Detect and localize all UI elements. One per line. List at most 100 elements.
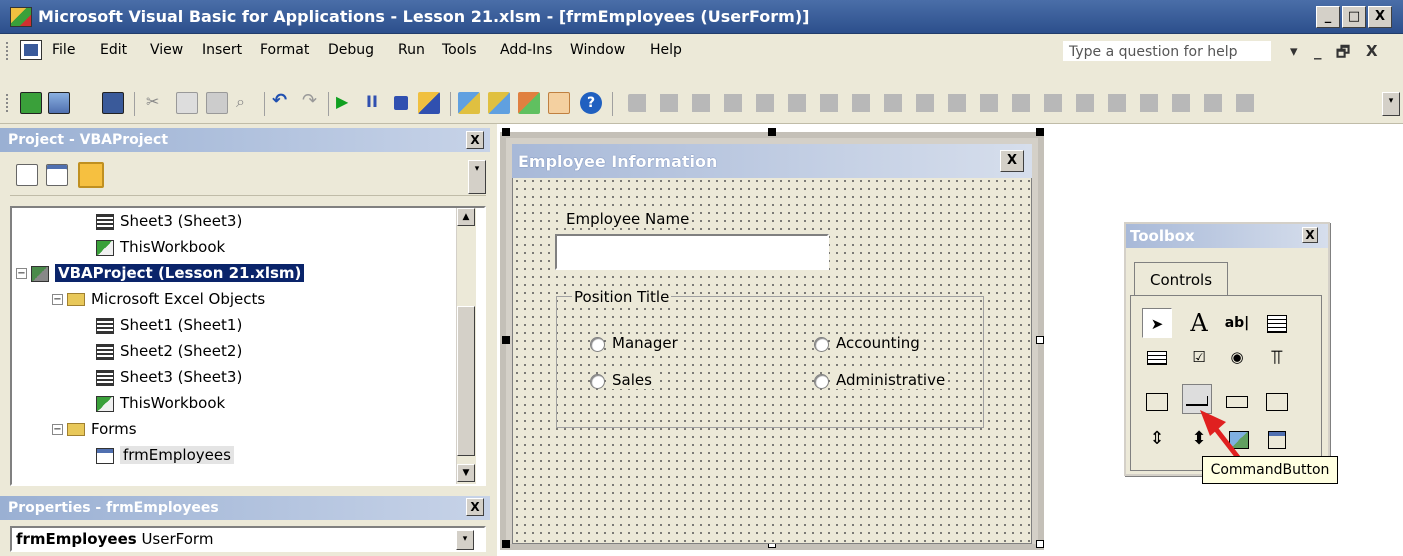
toolbox-tab-controls[interactable]: Controls <box>1134 262 1228 296</box>
insert-userform-icon[interactable] <box>48 92 70 114</box>
break-icon[interactable]: II <box>366 92 388 114</box>
mdi-minimize-button[interactable]: _ <box>1314 42 1322 60</box>
toolbox-toggle-icon[interactable] <box>548 92 570 114</box>
tree-item-sheet1[interactable]: Sheet1 (Sheet1) <box>12 312 466 338</box>
tree-item-sheet2[interactable]: Sheet2 (Sheet2) <box>12 338 466 364</box>
cut-icon[interactable]: ✂ <box>146 92 168 114</box>
menu-tools[interactable]: Tools <box>442 42 477 58</box>
resize-handle[interactable] <box>502 128 510 136</box>
undo-icon[interactable]: ↶ <box>272 90 294 112</box>
tree-item-thisworkbook[interactable]: ThisWorkbook <box>12 390 466 416</box>
view-code-icon[interactable] <box>16 164 38 186</box>
menu-edit[interactable]: Edit <box>100 42 127 58</box>
scrollbar-tool-icon[interactable]: ⇕ <box>1142 424 1172 454</box>
object-selector[interactable]: frmEmployees UserForm <box>10 526 486 552</box>
label-tool-icon[interactable]: A <box>1184 308 1214 338</box>
employee-name-label[interactable]: Employee Name <box>564 210 692 228</box>
maximize-button[interactable]: □ <box>1342 6 1366 28</box>
properties-close-button[interactable]: X <box>466 498 484 516</box>
project-close-button[interactable]: X <box>466 131 484 149</box>
help-icon[interactable]: ? <box>580 92 602 114</box>
mdi-close-button[interactable]: X <box>1366 42 1378 60</box>
object-dropdown-icon[interactable]: ▾ <box>456 530 474 550</box>
refedit-tool-icon[interactable] <box>1262 424 1292 454</box>
tree-item-excel-objects[interactable]: − Microsoft Excel Objects <box>12 286 466 312</box>
option-accounting-radio[interactable] <box>814 337 829 352</box>
project-toolbar-overflow-icon[interactable]: ▾ <box>468 160 486 194</box>
help-search-input[interactable]: Type a question for help <box>1062 40 1272 62</box>
option-administrative-radio[interactable] <box>814 374 829 389</box>
view-object-icon[interactable] <box>46 164 68 186</box>
menu-debug[interactable]: Debug <box>328 42 374 58</box>
menubar-grip-icon[interactable] <box>6 42 10 60</box>
menu-run[interactable]: Run <box>398 42 425 58</box>
position-title-frame[interactable] <box>556 296 984 428</box>
resize-handle[interactable] <box>1036 128 1044 136</box>
document-icon[interactable] <box>20 40 42 60</box>
scrollbar-thumb[interactable] <box>457 306 475 456</box>
redo-icon[interactable]: ↷ <box>302 90 324 112</box>
object-browser-icon[interactable] <box>518 92 540 114</box>
scroll-down-icon[interactable]: ▼ <box>457 464 475 482</box>
multipage-tool-icon[interactable] <box>1262 386 1292 416</box>
toggle-folders-icon[interactable] <box>78 162 104 188</box>
option-manager-label[interactable]: Manager <box>610 334 680 352</box>
tree-item-forms[interactable]: − Forms <box>12 416 466 442</box>
frame-tool-icon[interactable] <box>1142 386 1172 416</box>
menu-add-ins[interactable]: Add-Ins <box>500 42 552 58</box>
userform-close-button[interactable]: X <box>1000 150 1024 172</box>
close-button[interactable]: X <box>1368 6 1392 28</box>
scroll-up-icon[interactable]: ▲ <box>457 208 475 226</box>
project-explorer-icon[interactable] <box>458 92 480 114</box>
option-manager-radio[interactable] <box>590 337 605 352</box>
reset-icon[interactable] <box>394 96 408 110</box>
mdi-restore-button[interactable]: 🗗 <box>1336 42 1350 67</box>
option-administrative-label[interactable]: Administrative <box>834 371 948 389</box>
minimize-button[interactable]: _ <box>1316 6 1340 28</box>
select-objects-icon[interactable]: ➤ <box>1142 308 1172 338</box>
option-sales-label[interactable]: Sales <box>610 371 654 389</box>
menu-file[interactable]: File <box>52 42 75 58</box>
properties-window-icon[interactable] <box>488 92 510 114</box>
menu-view[interactable]: View <box>150 42 183 58</box>
option-sales-radio[interactable] <box>590 374 605 389</box>
paste-icon[interactable] <box>206 92 228 114</box>
toolbox-close-button[interactable]: X <box>1302 227 1318 243</box>
find-icon[interactable]: ⌕ <box>236 92 258 114</box>
menu-window[interactable]: Window <box>570 42 625 58</box>
combobox-tool-icon[interactable] <box>1262 308 1292 338</box>
option-accounting-label[interactable]: Accounting <box>834 334 922 352</box>
menu-insert[interactable]: Insert <box>202 42 242 58</box>
help-dropdown-icon[interactable]: ▾ <box>1290 42 1298 60</box>
collapse-icon[interactable]: − <box>52 294 63 305</box>
resize-handle[interactable] <box>768 128 776 136</box>
copy-icon[interactable] <box>176 92 198 114</box>
userform-toolbar-icons[interactable] <box>628 94 1268 112</box>
checkbox-tool-icon[interactable]: ☑ <box>1184 342 1214 372</box>
listbox-tool-icon[interactable] <box>1142 342 1172 372</box>
optionbutton-tool-icon[interactable]: ◉ <box>1222 342 1252 372</box>
toolbar-overflow-icon[interactable]: ▾ <box>1382 92 1400 116</box>
togglebutton-tool-icon[interactable]: ⫪ <box>1262 342 1292 372</box>
tree-item-sheet3[interactable]: Sheet3 (Sheet3) <box>12 364 466 390</box>
collapse-icon[interactable]: − <box>52 424 63 435</box>
run-icon[interactable]: ▶ <box>336 92 358 114</box>
design-mode-icon[interactable] <box>418 92 440 114</box>
resize-handle[interactable] <box>1036 540 1044 548</box>
excel-view-icon[interactable] <box>20 92 42 114</box>
resize-handle[interactable] <box>1036 336 1044 344</box>
menu-format[interactable]: Format <box>260 42 309 58</box>
collapse-icon[interactable]: − <box>16 268 27 279</box>
menu-help[interactable]: Help <box>650 42 682 58</box>
folder-icon <box>67 423 85 436</box>
toolbar-grip-icon[interactable] <box>6 94 10 112</box>
save-icon[interactable] <box>102 92 124 114</box>
employee-name-textbox[interactable] <box>555 234 829 270</box>
tree-item-frmemployees[interactable]: frmEmployees <box>12 442 466 468</box>
resize-handle[interactable] <box>502 540 510 548</box>
resize-handle[interactable] <box>502 336 510 344</box>
tree-item-sheet3[interactable]: Sheet3 (Sheet3) <box>12 208 466 234</box>
tree-item-vbaproject[interactable]: − VBAProject (Lesson 21.xlsm) <box>12 260 466 286</box>
tree-item-thisworkbook[interactable]: ThisWorkbook <box>12 234 466 260</box>
textbox-tool-icon[interactable]: ab| <box>1222 308 1252 338</box>
